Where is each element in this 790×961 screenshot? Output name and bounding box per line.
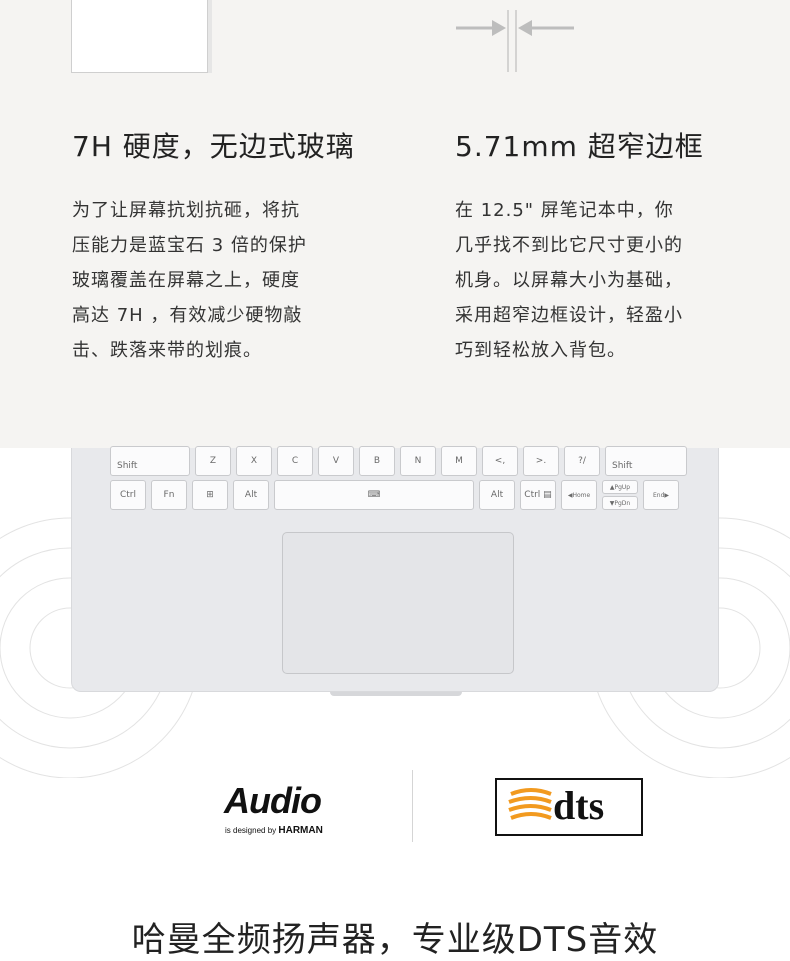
key-row-shift: Shift Z X C V B N M <, >. ?/ Shift [110,446,687,476]
trackpad [282,532,514,674]
key: Alt [479,480,515,510]
speaker-caption: 哈曼全频扬声器，专业级DTS音效 [131,920,659,960]
arrow-key-stack: ▲PgUp ▼PgDn [602,480,638,510]
key: B [359,446,395,476]
feature-panel: 7H 硬度，无边式玻璃 为了让屏幕抗划抗砸，将抗 压能力是蓝宝石 3 倍的保护 … [0,0,790,448]
key: Shift [605,446,687,476]
feature-description: 在 12.5" 屏笔记本中，你 几乎找不到比它尺寸更小的 机身。以屏幕大小为基础… [455,200,683,361]
key: ⌨ [274,480,474,510]
key: Alt [233,480,269,510]
feature-hardness: 7H 硬度，无边式玻璃 为了让屏幕抗划抗砸，将抗 压能力是蓝宝石 3 倍的保护 … [72,125,355,368]
key: ◀Home [561,480,597,510]
key: Shift [110,446,190,476]
laptop-illustration: Shift Z X C V B N M <, >. ?/ Shift Ctrl … [0,446,790,778]
key: ▼PgDn [602,496,638,510]
laptop-lid-notch [330,692,462,696]
key: ▲PgUp [602,480,638,494]
audio-sub-brand: HARMAN [278,825,323,836]
audio-sub-prefix: is designed by [225,826,277,835]
logo-divider [412,770,413,842]
key: V [318,446,354,476]
feature-bezel: 5.71mm 超窄边框 在 12.5" 屏笔记本中，你 几乎找不到比它尺寸更小的… [455,125,704,368]
key: M [441,446,477,476]
key: <, [482,446,518,476]
key: ?/ [564,446,600,476]
audio-logo-subtitle: is designed by HARMAN [225,825,323,836]
key: ⊞ [192,480,228,510]
narrow-bezel-arrows-icon [456,10,574,72]
key: End▶ [643,480,679,510]
audio-logos: Audio is designed by HARMAN dts [0,770,790,850]
key: Ctrl ▤ [520,480,556,510]
screen-edge-illustration [71,0,208,73]
key: N [400,446,436,476]
feature-title: 7H 硬度，无边式玻璃 [72,130,355,163]
dts-logo: dts [495,778,643,836]
key-row-bottom: Ctrl Fn ⊞ Alt ⌨ Alt Ctrl ▤ ◀Home ▲PgUp ▼… [110,480,679,510]
dts-wave-icon [508,788,552,820]
key: Ctrl [110,480,146,510]
key: >. [523,446,559,476]
feature-description: 为了让屏幕抗划抗砸，将抗 压能力是蓝宝石 3 倍的保护 玻璃覆盖在屏幕之上，硬度… [72,200,307,361]
key: X [236,446,272,476]
key: Z [195,446,231,476]
key: C [277,446,313,476]
key: Fn [151,480,187,510]
audio-logo-title: Audio [224,780,322,821]
harman-audio-logo: Audio is designed by HARMAN [224,780,344,840]
dts-logo-text: dts [553,783,605,828]
laptop-keyboard-deck: Shift Z X C V B N M <, >. ?/ Shift Ctrl … [71,446,719,692]
feature-title: 5.71mm 超窄边框 [455,130,704,163]
